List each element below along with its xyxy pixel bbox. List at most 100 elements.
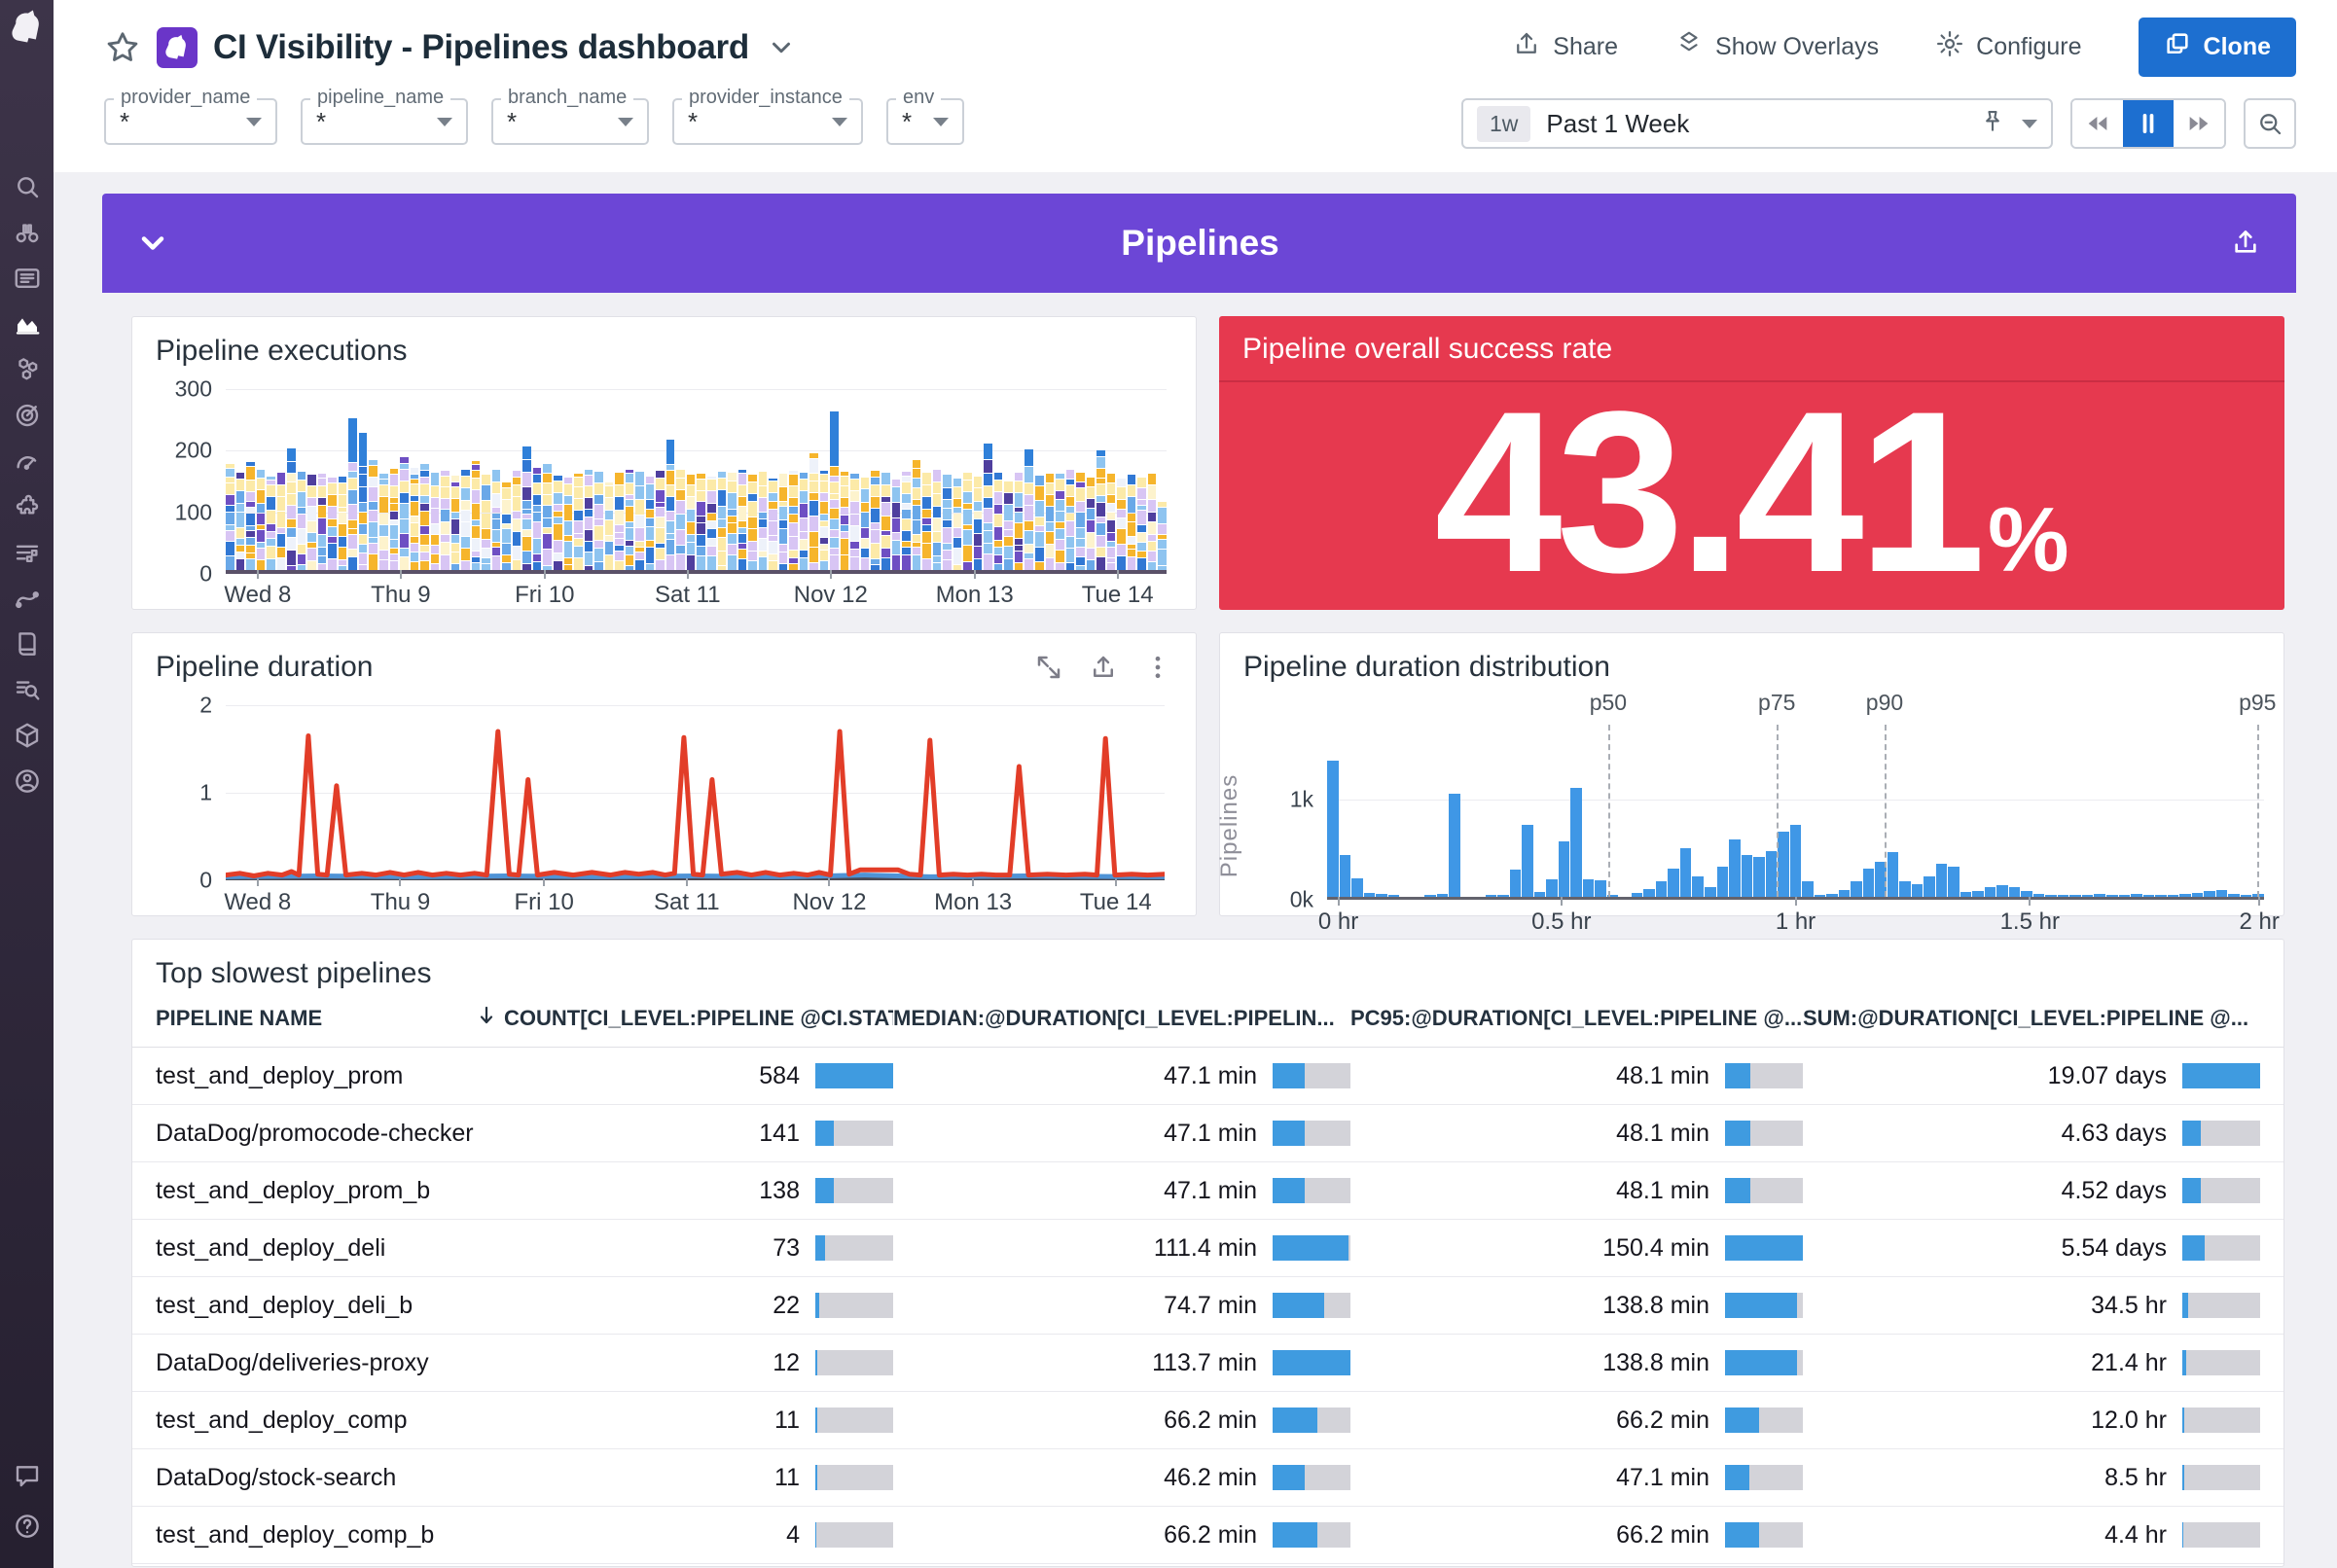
bar-segment	[615, 511, 624, 524]
security-user-icon[interactable]	[11, 765, 44, 798]
bar-segment	[400, 549, 409, 556]
group-collapse-chevron-icon[interactable]	[135, 226, 170, 261]
bar-segment	[267, 559, 275, 570]
cell-value: 138.8 min	[1602, 1292, 1709, 1320]
bar-segment	[1025, 483, 1033, 494]
time-range-selector[interactable]: 1w Past 1 Week	[1461, 98, 2053, 149]
table-row[interactable]: test_and_deploy_prom58447.1 min48.1 min1…	[132, 1048, 2283, 1105]
kebab-menu-icon[interactable]	[1143, 653, 1172, 682]
bar-segment	[226, 556, 234, 570]
package-icon[interactable]	[11, 719, 44, 752]
clone-button[interactable]: Clone	[2139, 18, 2296, 77]
stacked-bar	[257, 470, 266, 570]
count-cell: 141	[475, 1120, 893, 1148]
table-row[interactable]: test_and_deploy_comp_b466.2 min66.2 min4…	[132, 1507, 2283, 1564]
table-row[interactable]: test_and_deploy_deli73111.4 min150.4 min…	[132, 1220, 2283, 1277]
events-list-icon[interactable]	[11, 262, 44, 295]
bar-segment	[513, 512, 521, 518]
bar-segment	[226, 513, 234, 524]
cell-bar-fill	[1725, 1293, 1797, 1318]
puzzle-icon[interactable]	[11, 490, 44, 523]
time-range-tag[interactable]: 1w	[1477, 106, 1530, 142]
bar-segment	[451, 552, 460, 563]
bar-segment	[841, 486, 849, 497]
bar-segment	[615, 539, 624, 544]
hexagons-icon[interactable]	[11, 353, 44, 386]
bar-segment	[697, 480, 705, 490]
x-axis-tick-label: 0 hr	[1318, 909, 1358, 936]
table-row[interactable]: DataDog/promocode-checker14147.1 min48.1…	[132, 1105, 2283, 1162]
column-header-2[interactable]: MEDIAN:@DURATION[CI_LEVEL:PIPELIN...	[893, 1006, 1350, 1031]
bar-segment	[800, 558, 809, 570]
show-overlays-button[interactable]: Show Overlays	[1674, 29, 1879, 65]
table-row[interactable]: test_and_deploy_deli_b2274.7 min138.8 mi…	[132, 1277, 2283, 1335]
bar-segment	[226, 495, 234, 505]
bar-segment	[1025, 559, 1033, 570]
table-row[interactable]: DataDog/deliveries-proxy12113.7 min138.8…	[132, 1335, 2283, 1392]
bar-segment	[287, 494, 296, 505]
notebook-icon[interactable]	[11, 627, 44, 660]
sum-cell: 8.5 hr	[1803, 1464, 2260, 1492]
median-cell: 66.2 min	[893, 1521, 1350, 1550]
bar-segment	[922, 532, 931, 542]
table-row[interactable]: test_and_deploy_comp1166.2 min66.2 min12…	[132, 1392, 2283, 1449]
bar-segment	[861, 489, 870, 502]
bar-segment	[809, 459, 818, 473]
x-axis-tick-label: Thu 9	[371, 582, 430, 609]
bar-segment	[789, 498, 798, 506]
expand-icon[interactable]	[1034, 653, 1063, 682]
table-row[interactable]: DataDog/stock-search1146.2 min47.1 min8.…	[132, 1449, 2283, 1507]
metrics-chart-icon[interactable]	[11, 307, 44, 340]
service-map-icon[interactable]	[11, 582, 44, 615]
datadog-logo-icon[interactable]	[6, 6, 49, 49]
pc95-cell: 48.1 min	[1350, 1120, 1803, 1148]
chat-icon[interactable]	[11, 1459, 44, 1492]
log-search-icon[interactable]	[11, 673, 44, 706]
bar-segment	[287, 482, 296, 493]
help-icon[interactable]	[11, 1510, 44, 1543]
bar-segment	[738, 534, 747, 543]
cell-bar-fill	[2182, 1293, 2188, 1318]
bar-segment	[1035, 501, 1044, 517]
bar-segment	[963, 562, 972, 570]
column-header-pipeline-name[interactable]: PIPELINE NAME	[156, 1006, 475, 1031]
time-pause-button[interactable]	[2123, 100, 2174, 147]
histogram-bar	[1912, 884, 1924, 897]
ci-target-icon[interactable]	[11, 399, 44, 432]
title-chevron-down-icon[interactable]	[767, 33, 796, 62]
stacked-bar	[390, 469, 399, 570]
median-cell: 47.1 min	[893, 1062, 1350, 1090]
sum-cell: 12.0 hr	[1803, 1407, 2260, 1435]
column-header-1[interactable]: COUNT[CI_LEVEL:PIPELINE @CI.STAT...	[475, 1004, 893, 1033]
bar-segment	[411, 544, 419, 551]
time-caret-icon[interactable]	[2022, 120, 2037, 128]
bar-segment	[687, 510, 696, 521]
favorite-star-icon[interactable]	[104, 29, 141, 66]
table-row[interactable]: test_and_deploy_prom_b13847.1 min48.1 mi…	[132, 1162, 2283, 1220]
export-icon[interactable]	[1089, 653, 1118, 682]
bar-segment	[472, 526, 481, 538]
configure-button[interactable]: Configure	[1935, 29, 2081, 65]
pin-icon[interactable]	[1979, 108, 2006, 140]
time-backward-button[interactable]	[2072, 100, 2123, 147]
bar-segment	[513, 485, 521, 496]
bar-segment	[339, 483, 347, 494]
column-header-4[interactable]: SUM:@DURATION[CI_LEVEL:PIPELINE @...	[1803, 1006, 2260, 1031]
log-filter-icon[interactable]	[11, 536, 44, 569]
bar-segment	[943, 520, 952, 527]
search-icon[interactable]	[11, 170, 44, 203]
x-axis-tick	[1795, 897, 1797, 906]
binoculars-icon[interactable]	[11, 216, 44, 249]
column-header-3[interactable]: PC95:@DURATION[CI_LEVEL:PIPELINE @...	[1350, 1006, 1803, 1031]
bar-segment	[359, 433, 368, 466]
share-button[interactable]: Share	[1512, 29, 1618, 65]
bar-segment	[379, 474, 388, 479]
gauge-icon[interactable]	[11, 445, 44, 478]
group-export-icon[interactable]	[2230, 227, 2263, 260]
time-forward-button[interactable]	[2174, 100, 2224, 147]
zoom-out-button[interactable]	[2244, 98, 2296, 149]
stacked-bar	[605, 482, 614, 570]
bar-segment	[318, 556, 327, 563]
stacked-bar	[974, 477, 983, 570]
bar-segment	[411, 468, 419, 474]
